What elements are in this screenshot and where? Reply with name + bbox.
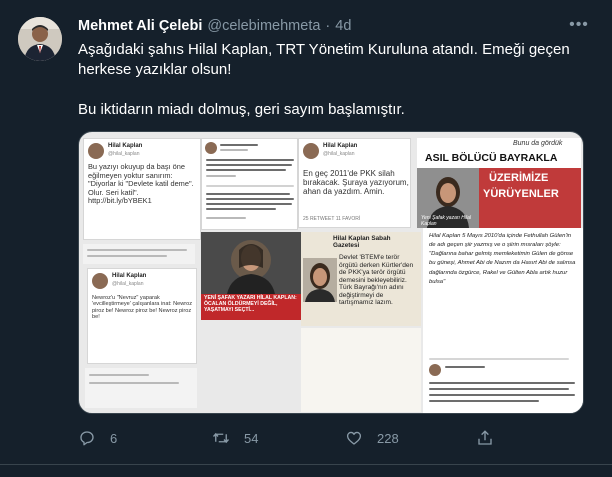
collage-tweet-card-2 xyxy=(201,138,298,230)
share-icon xyxy=(478,430,492,445)
avatar-photo xyxy=(18,17,62,61)
collage-avatar xyxy=(92,273,108,289)
retweet-button[interactable]: 54 xyxy=(212,426,258,450)
tweet-header: Mehmet Ali Çelebi @celebimehmeta · 4d xyxy=(78,18,558,38)
reply-icon xyxy=(80,431,94,446)
tweet-divider xyxy=(0,464,612,465)
like-count: 228 xyxy=(377,430,399,446)
collage-name: Hilal Kaplan xyxy=(323,143,358,149)
collage-portrait xyxy=(303,258,337,302)
collage-tweet-card-3: Hilal Kaplan @hilal_kaplan En geç 2011'd… xyxy=(298,138,411,228)
tweet-time[interactable]: 4d xyxy=(335,18,351,34)
collage-poem-text: Hilal Kaplan 5 Mayıs 2010'da içinde Feth… xyxy=(429,233,576,285)
separator-dot: · xyxy=(325,18,331,34)
collage-handle: @hilal_kaplan xyxy=(108,151,140,157)
author-name[interactable]: Mehmet Ali Çelebi xyxy=(78,18,202,34)
collage-avatar xyxy=(88,143,104,159)
collage-stats: 25 RETWEET 11 FAVORİ xyxy=(303,216,361,222)
reply-button[interactable]: 6 xyxy=(78,426,117,450)
more-options-icon[interactable]: ••• xyxy=(566,16,592,36)
collage-headline-2: ÜZERİMİZE xyxy=(489,172,549,184)
like-button[interactable]: 228 xyxy=(345,426,399,450)
collage-photo-caption: YENİ ŞAFAK YAZARI HİLAL KAPLAN: ÖCALAN Ö… xyxy=(204,295,297,313)
tweet: Mehmet Ali Çelebi @celebimehmeta · 4d ••… xyxy=(0,0,612,477)
collage-text: Newroz'u "Nevruz" yaparak 'evcilleştirme… xyxy=(92,295,193,321)
tweet-text: Aşağıdaki şahıs Hilal Kaplan, TRT Yöneti… xyxy=(78,40,578,140)
reply-count: 6 xyxy=(110,430,118,446)
collage-avatar xyxy=(303,143,319,159)
collage-portrait xyxy=(201,232,301,294)
collage-headline-top: Bunu da gördük xyxy=(513,140,563,147)
collage-headline-card: Bunu da gördük ASIL BÖLÜCÜ BAYRAKLA ÜZER… xyxy=(417,138,581,228)
collage-avatar xyxy=(205,142,217,154)
collage-strip xyxy=(85,368,197,408)
collage-photo-card: YENİ ŞAFAK YAZARI HİLAL KAPLAN: ÖCALAN Ö… xyxy=(201,232,301,320)
share-button[interactable] xyxy=(476,426,494,450)
collage-newspaper-header: Hilal Kaplan Sabah Gazetesi xyxy=(333,235,391,250)
tweet-text-paragraph-2: Bu iktidarın miadı dolmuş, geri sayım ba… xyxy=(78,101,405,118)
collage-strip xyxy=(83,244,195,264)
avatar[interactable] xyxy=(18,17,62,61)
collage-avatar xyxy=(429,364,441,376)
tweet-actions: 6 54 228 xyxy=(78,426,508,450)
collage-handle: @hilal_kaplan xyxy=(323,151,355,157)
retweet-count: 54 xyxy=(244,430,259,446)
collage-headline-1: ASIL BÖLÜCÜ BAYRAKLA xyxy=(425,152,558,164)
retweet-icon xyxy=(212,432,230,444)
tweet-text-paragraph-1: Aşağıdaki şahıs Hilal Kaplan, TRT Yöneti… xyxy=(78,41,570,78)
collage-name: Hilal Kaplan xyxy=(108,143,143,149)
collage-text: En geç 2011'de PKK silah bırakacak. Şura… xyxy=(303,169,409,197)
heart-icon xyxy=(346,431,362,445)
collage-newspaper-text: Devlet 'BTEM'e terör örgütü derken Kürtl… xyxy=(339,254,414,307)
author-handle[interactable]: @celebimehmeta xyxy=(207,18,320,34)
collage-handle: @hilal_kaplan xyxy=(112,281,144,287)
tweet-media-collage[interactable]: Hilal Kaplan @hilal_kaplan Bu yazıyı oku… xyxy=(78,131,584,414)
collage-name: Hilal Kaplan xyxy=(112,273,147,279)
collage-headline-3: YÜRÜYENLER xyxy=(483,188,559,200)
collage-poem-card: Hilal Kaplan 5 Mayıs 2010'da içinde Feth… xyxy=(423,228,583,413)
collage-newspaper-card: Hilal Kaplan Sabah Gazetesi Devlet 'BTEM… xyxy=(301,232,421,326)
collage-tweet-card-1: Hilal Kaplan @hilal_kaplan Bu yazıyı oku… xyxy=(83,138,201,240)
collage-tweet-card-5: Hilal Kaplan @hilal_kaplan Newroz'u "Nev… xyxy=(87,268,197,364)
collage-text: Bu yazıyı okuyup da başı öne eğilmeyen y… xyxy=(88,162,194,206)
collage-strip xyxy=(301,328,421,412)
collage-headline-caption: Yeni Şafak yazarı Hilal Kaplan xyxy=(421,215,472,227)
